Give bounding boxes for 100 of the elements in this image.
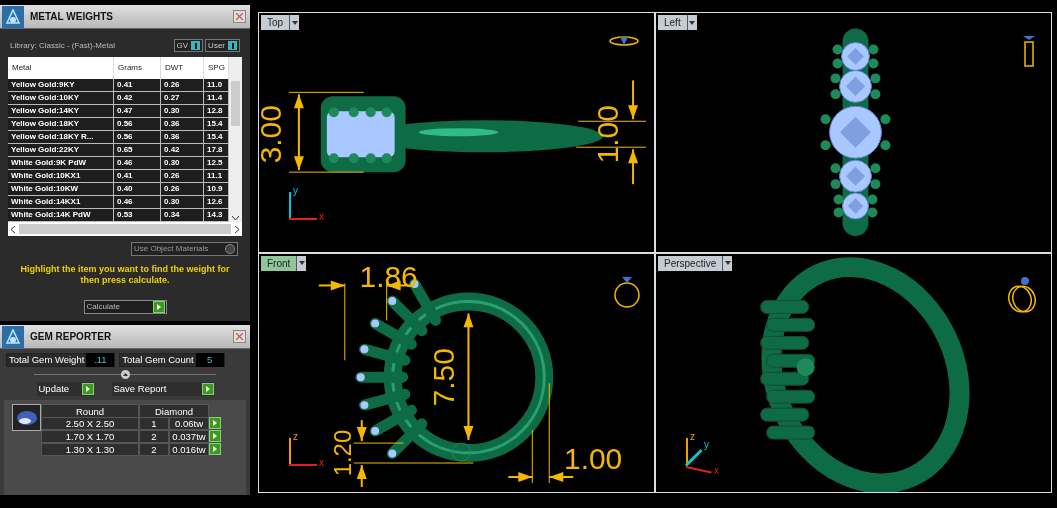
table-cell[interactable]: Yellow Gold:9KY: [8, 79, 114, 91]
viewport-label[interactable]: Perspective: [658, 255, 723, 271]
dropdown-caret-icon[interactable]: [722, 255, 733, 271]
table-cell[interactable]: 0.34: [161, 209, 204, 221]
close-button[interactable]: [233, 10, 246, 23]
table-cell[interactable]: 11.1: [204, 170, 229, 182]
toggle-button[interactable]: User: [205, 39, 240, 52]
view-cube-icon: [1021, 35, 1037, 67]
table-cell[interactable]: 0.26: [161, 79, 204, 91]
chevron-down-icon[interactable]: [232, 216, 239, 221]
table-cell[interactable]: 0.30: [161, 196, 204, 208]
table-cell[interactable]: Yellow Gold:22KY: [8, 144, 114, 156]
horizontal-scrollbar[interactable]: [8, 222, 242, 236]
total-value-field[interactable]: 5: [195, 352, 224, 368]
viewport-label[interactable]: Top: [261, 15, 290, 30]
dimension-label: 1.20: [328, 429, 356, 476]
table-cell: 2: [139, 430, 169, 443]
panel-title: GEM REPORTER: [30, 330, 113, 344]
total-value-field[interactable]: .11: [86, 352, 115, 368]
table-cell[interactable]: White Gold:10KX1: [8, 170, 114, 182]
toggle-button[interactable]: GV: [173, 39, 204, 52]
table-cell: 2.50 X 2.50: [41, 417, 139, 430]
chevron-right-icon[interactable]: [234, 225, 239, 233]
axis-label: x: [714, 466, 719, 476]
table-cell[interactable]: White Gold:9K PdW: [8, 157, 114, 169]
table-cell[interactable]: 0.40: [114, 183, 161, 195]
flask-icon: [2, 5, 24, 28]
axis-label: y: [293, 185, 298, 196]
table-cell[interactable]: Yellow Gold:18KY R...: [8, 131, 114, 143]
dimension-label: 3.00: [259, 105, 287, 164]
table-cell[interactable]: 0.42: [114, 92, 161, 104]
table-cell[interactable]: 15.4: [204, 131, 229, 143]
table-cell[interactable]: 0.56: [114, 131, 161, 143]
dimension-label: 1.00: [591, 105, 625, 164]
scrollbar-thumb[interactable]: [231, 81, 240, 126]
table-cell[interactable]: 12.5: [204, 157, 229, 169]
viewport-label[interactable]: Front: [261, 255, 297, 271]
use-object-materials-button[interactable]: Use Object Materials: [131, 242, 238, 256]
table-cell[interactable]: White Gold:14KX1: [8, 196, 114, 208]
table-cell[interactable]: Yellow Gold:10KY: [8, 92, 114, 104]
close-button[interactable]: [233, 330, 246, 343]
table-cell[interactable]: 0.47: [114, 105, 161, 117]
table-cell[interactable]: 0.53: [114, 209, 161, 221]
table-cell[interactable]: 0.27: [161, 92, 204, 104]
collapse-button[interactable]: [120, 370, 130, 379]
view-cube-icon: [1007, 275, 1037, 313]
table-cell[interactable]: 0.41: [114, 79, 161, 91]
table-cell[interactable]: 11.0: [204, 79, 229, 91]
vertical-scrollbar[interactable]: [229, 57, 242, 222]
view-cube-icon: [614, 275, 640, 308]
table-cell[interactable]: 0.65: [114, 144, 161, 156]
table-cell[interactable]: 0.41: [114, 170, 161, 182]
table-cell[interactable]: 0.46: [114, 157, 161, 169]
table-cell[interactable]: 0.26: [161, 170, 204, 182]
dropdown-caret-icon[interactable]: [289, 15, 300, 30]
table-cell[interactable]: 0.36: [161, 118, 204, 130]
table-cell[interactable]: 17.8: [204, 144, 229, 156]
view-cube-icon: [608, 35, 640, 47]
table-cell[interactable]: 0.46: [114, 196, 161, 208]
table-cell[interactable]: 0.26: [161, 183, 204, 195]
table-cell[interactable]: 12.8: [204, 105, 229, 117]
table-cell[interactable]: Yellow Gold:14KY: [8, 105, 114, 117]
caret-up-icon: [122, 373, 128, 376]
dropdown-caret-icon[interactable]: [296, 255, 307, 271]
table-cell[interactable]: 12.6: [204, 196, 229, 208]
viewport-label[interactable]: Left: [658, 15, 687, 30]
axis-label: z: [293, 432, 298, 442]
table-cell[interactable]: 0.30: [161, 157, 204, 169]
table-cell: 1.70 X 1.70: [41, 430, 139, 443]
table-cell[interactable]: 15.4: [204, 118, 229, 130]
axis-label: y: [704, 440, 709, 450]
total-label: Total Gem Count: [121, 352, 195, 367]
total-label: Total Gem Weight: [8, 352, 86, 367]
table-cell[interactable]: White Gold:14K PdW: [8, 209, 114, 221]
panel-title: METAL WEIGHTS: [30, 10, 114, 24]
dimension-label: 1.00: [564, 441, 623, 475]
table-cell[interactable]: 14.3: [204, 209, 229, 221]
report-button[interactable]: Save Report: [111, 382, 214, 396]
table-cell[interactable]: 11.4: [204, 92, 229, 104]
dropdown-caret-icon[interactable]: [686, 15, 697, 30]
chevron-left-icon[interactable]: [11, 225, 16, 233]
table-cell: 2: [139, 443, 169, 456]
table-cell[interactable]: 10.9: [204, 183, 229, 195]
table-cell[interactable]: 0.56: [114, 118, 161, 130]
table-cell: 0.037tw: [169, 430, 209, 443]
close-icon: [236, 333, 243, 340]
table-cell[interactable]: 0.36: [161, 131, 204, 143]
table-cell: 0.016tw: [169, 443, 209, 456]
close-icon: [236, 13, 243, 20]
library-label: Library: Classic - (Fast)-Metal: [10, 39, 115, 52]
table-cell[interactable]: White Gold:10KW: [8, 183, 114, 195]
table-cell: 0.06tw: [169, 417, 209, 430]
calculate-button[interactable]: Calculate: [83, 300, 167, 314]
table-cell[interactable]: 0.42: [161, 144, 204, 156]
report-button[interactable]: Update: [36, 382, 94, 396]
axis-label: x: [319, 211, 324, 222]
axis-label: z: [690, 432, 695, 442]
axis-label: x: [319, 458, 324, 468]
table-cell[interactable]: 0.30: [161, 105, 204, 117]
table-cell[interactable]: Yellow Gold:18KY: [8, 118, 114, 130]
